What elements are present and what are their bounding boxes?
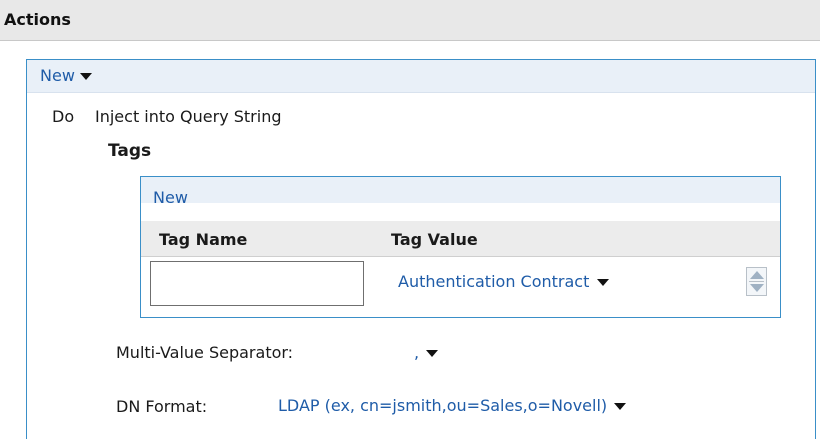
action-toolbar: New [27,60,815,93]
separator-selected-value[interactable]: , [414,343,419,362]
tags-table: New Tag Name Tag Value Authentication Co… [140,176,781,318]
tag-name-input[interactable] [150,261,364,306]
tag-value-selected[interactable]: Authentication Contract [398,272,589,291]
new-action-label[interactable]: New [40,66,75,85]
chevron-down-icon[interactable] [79,72,92,80]
down-arrow-icon[interactable] [750,284,764,292]
multi-value-separator-label: Multi-Value Separator: [116,343,294,362]
dn-format-dropdown[interactable]: LDAP (ex, cn=jsmith,ou=Sales,o=Novell) [278,396,627,415]
tags-toolbar: New [141,177,780,207]
tag-value-column-header: Tag Value [391,230,478,249]
up-arrow-icon[interactable] [750,271,764,279]
dn-format-label: DN Format: [116,397,208,416]
arrow-divider [749,281,764,282]
chevron-down-icon[interactable] [426,349,439,357]
chevron-down-icon[interactable] [614,402,627,410]
action-name: Inject into Query String [95,107,282,126]
do-label: Do [52,107,75,126]
actions-section-header: Actions [0,0,820,41]
tag-value-dropdown[interactable]: Authentication Contract [398,272,610,291]
chevron-down-icon[interactable] [597,278,610,286]
multi-value-separator-dropdown[interactable]: , [414,343,439,362]
new-action-menu[interactable]: New [40,66,92,85]
section-title: Actions [4,10,71,29]
up-down-arrows-icon[interactable] [746,267,767,296]
new-tag-button[interactable]: New [153,188,188,207]
tag-name-column-header: Tag Name [159,230,248,249]
dn-format-selected-value[interactable]: LDAP (ex, cn=jsmith,ou=Sales,o=Novell) [278,396,607,415]
tags-table-header: Tag Name Tag Value [141,221,780,257]
tags-heading: Tags [108,141,152,161]
